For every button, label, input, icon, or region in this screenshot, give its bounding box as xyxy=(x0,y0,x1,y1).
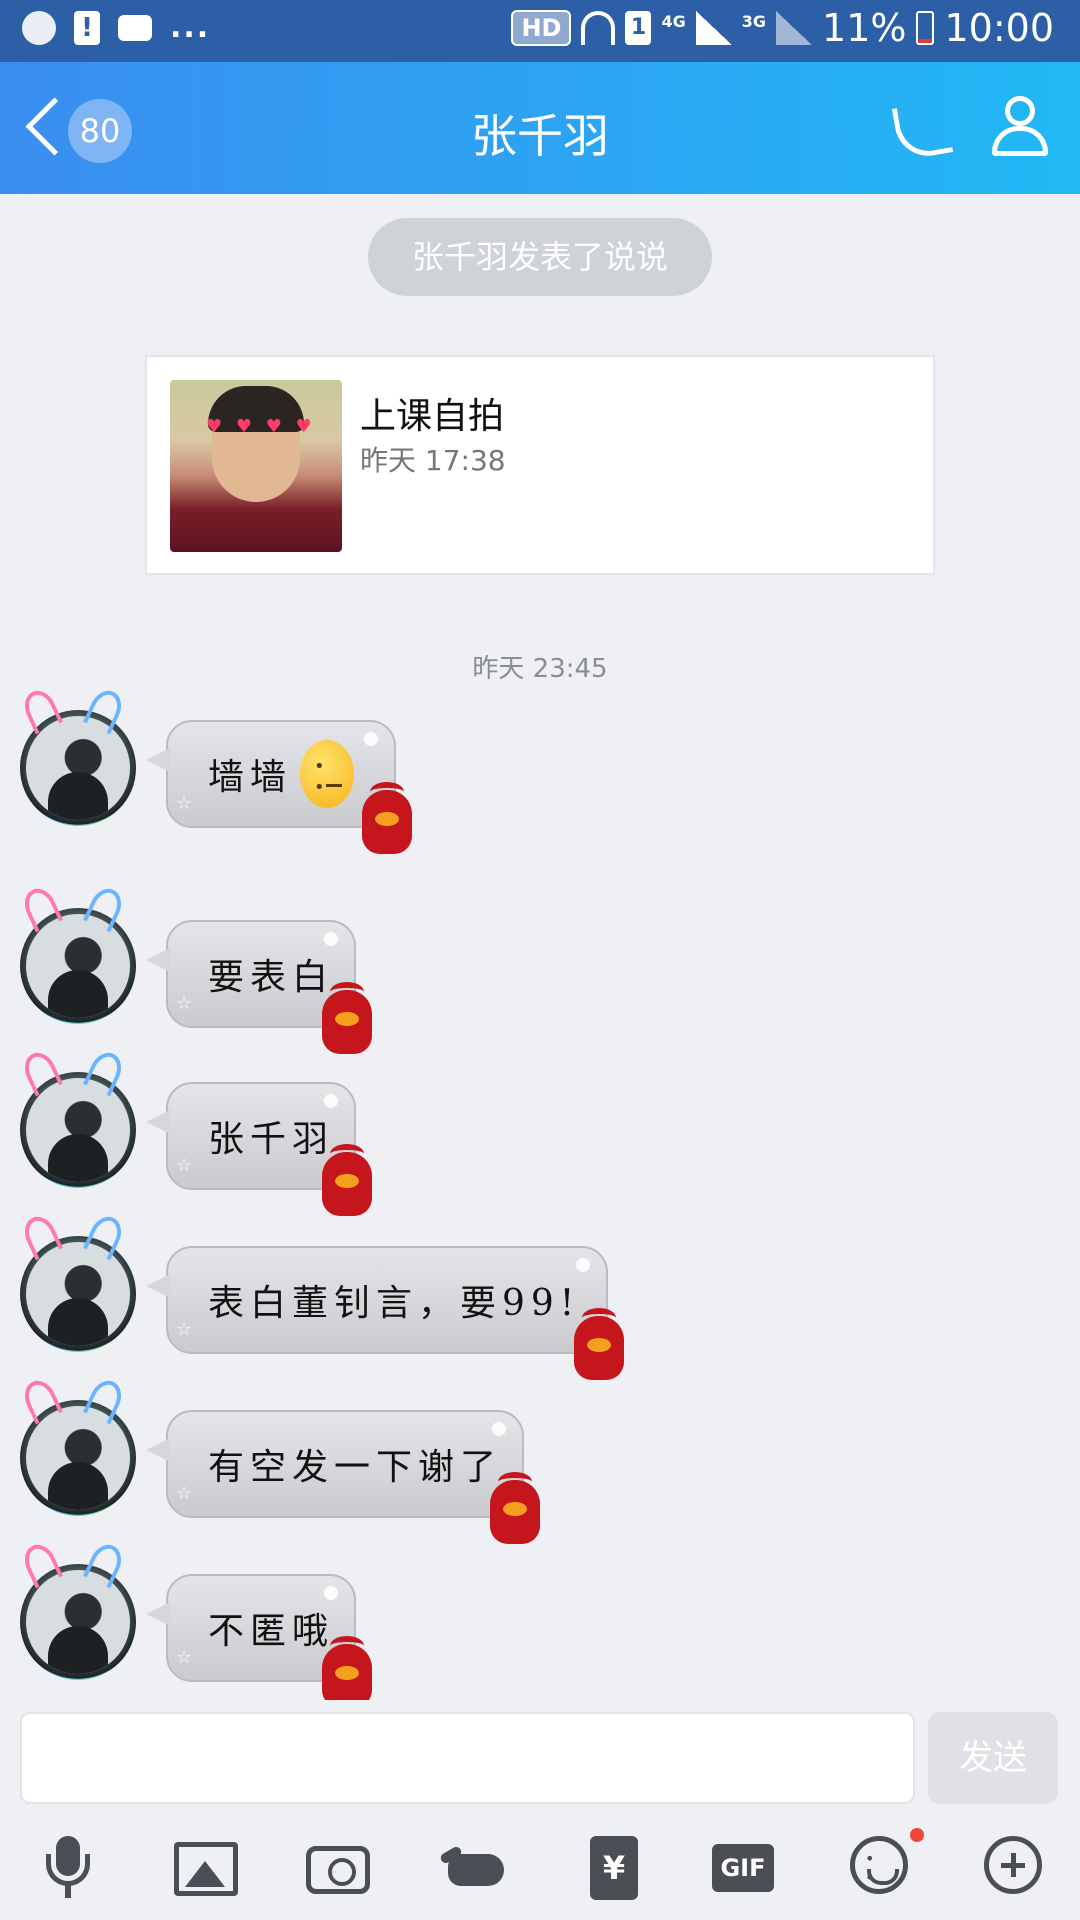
clock: 10:00 xyxy=(944,6,1054,50)
mascot-decoration-icon xyxy=(322,1144,372,1216)
input-area: 发送 ¥ GIF xyxy=(0,1700,1080,1920)
plus-icon[interactable] xyxy=(984,1836,1042,1894)
message-icon xyxy=(118,14,152,41)
sim-indicator: 1 xyxy=(625,11,652,45)
message-bubble[interactable]: 不匿哦 ☆ xyxy=(146,1574,372,1708)
post-time: 昨天 17:38 xyxy=(360,444,506,477)
image-icon[interactable] xyxy=(174,1842,238,1896)
battery-icon xyxy=(916,11,935,45)
message-text: 要表白 xyxy=(208,957,335,998)
more-notifications: ... xyxy=(170,10,211,45)
message-row: 墙墙 ☆ xyxy=(0,685,1080,854)
signal-icon-2 xyxy=(776,11,813,45)
send-button[interactable]: 发送 xyxy=(928,1712,1058,1804)
status-bar: ! ... HD 1 4G 3G 11% 10:00 xyxy=(0,0,1080,62)
phone-icon[interactable] xyxy=(890,98,952,160)
message-bubble[interactable]: 表白董钊言，要99! ☆ xyxy=(146,1246,624,1380)
message-row: 表白董钊言，要99! ☆ xyxy=(0,1211,1080,1380)
mascot-decoration-icon xyxy=(322,982,372,1054)
message-bubble[interactable]: 要表白 ☆ xyxy=(146,920,372,1054)
notification-dot xyxy=(910,1828,924,1842)
message-row: 不匿哦 ☆ xyxy=(0,1539,1080,1708)
network-type-2: 3G xyxy=(741,12,767,31)
message-row: 有空发一下谢了 ☆ xyxy=(0,1375,1080,1544)
post-title: 上课自拍 xyxy=(360,396,505,437)
post-thumbnail: ♥ ♥ ♥ ♥ xyxy=(170,380,342,552)
app-notification-icon xyxy=(22,10,56,45)
message-text: 有空发一下谢了 xyxy=(208,1447,503,1488)
emoji-icon[interactable] xyxy=(850,1836,908,1894)
gif-icon[interactable]: GIF xyxy=(712,1844,774,1892)
alert-icon: ! xyxy=(74,10,100,45)
network-type-1: 4G xyxy=(661,12,686,31)
mascot-decoration-icon xyxy=(322,1636,372,1708)
message-row: 要表白 ☆ xyxy=(0,883,1080,1054)
message-text: 表白董钊言，要99! xyxy=(208,1283,581,1324)
message-bubble[interactable]: 张千羽 ☆ xyxy=(146,1082,372,1216)
neutral-face-icon xyxy=(300,740,354,808)
profile-icon[interactable] xyxy=(988,96,1052,160)
system-notice[interactable]: 张千羽发表了说说 xyxy=(368,218,712,296)
camera-icon[interactable] xyxy=(306,1846,370,1894)
message-row: 张千羽 ☆ xyxy=(0,1047,1080,1216)
mascot-decoration-icon xyxy=(574,1308,624,1380)
poke-icon[interactable] xyxy=(438,1836,504,1900)
toolbar: ¥ GIF xyxy=(0,1830,1080,1920)
mascot-decoration-icon xyxy=(490,1472,540,1544)
message-text: 不匿哦 xyxy=(208,1611,335,1652)
chat-header: 80 张千羽 xyxy=(0,62,1080,194)
mic-icon[interactable] xyxy=(36,1836,100,1900)
message-bubble[interactable]: 有空发一下谢了 ☆ xyxy=(146,1410,540,1544)
message-text: 张千羽 xyxy=(208,1119,335,1160)
battery-percent: 11% xyxy=(822,6,907,50)
hd-indicator: HD xyxy=(511,10,572,46)
mascot-decoration-icon xyxy=(362,782,412,854)
message-input[interactable] xyxy=(20,1712,915,1804)
shared-post-card[interactable]: ♥ ♥ ♥ ♥ 上课自拍 昨天 17:38 xyxy=(145,355,935,575)
message-timestamp: 昨天 23:45 xyxy=(472,654,608,684)
message-text: 墙墙 xyxy=(208,757,293,798)
red-packet-icon[interactable]: ¥ xyxy=(590,1836,638,1900)
signal-icon xyxy=(695,11,732,45)
message-bubble[interactable]: 墙墙 ☆ xyxy=(146,720,412,854)
wifi-icon xyxy=(581,11,616,45)
